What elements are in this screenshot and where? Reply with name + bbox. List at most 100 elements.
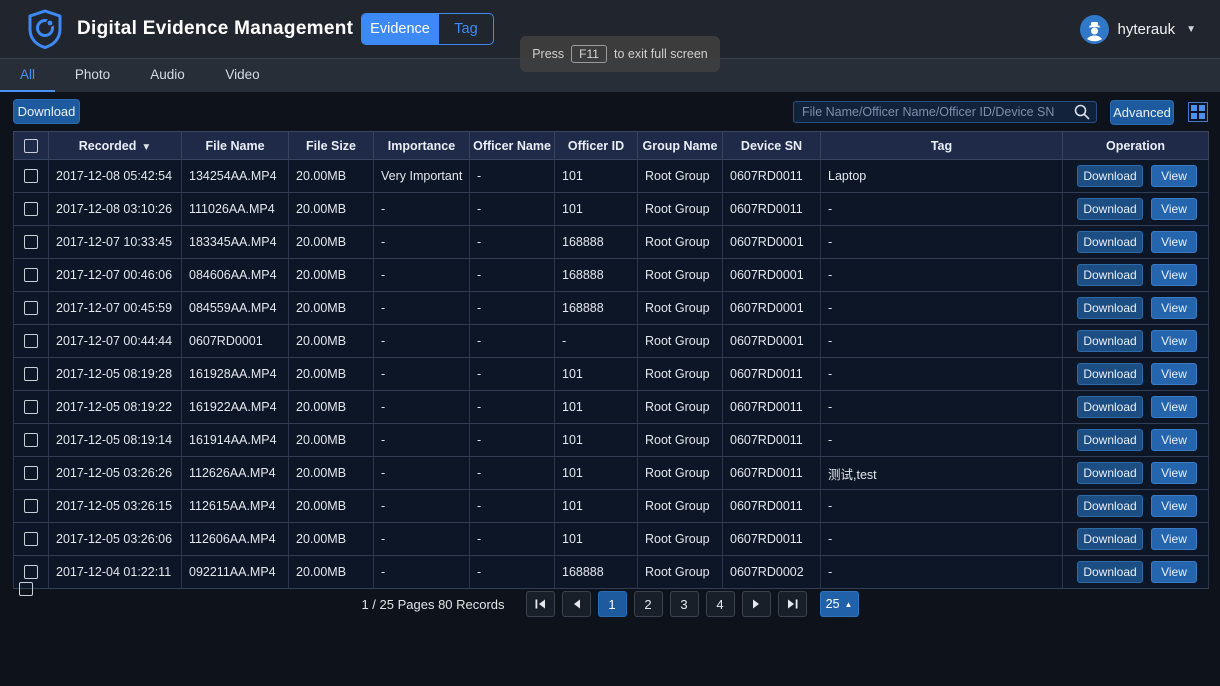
row-checkbox[interactable] bbox=[24, 235, 38, 249]
cell-importance: - bbox=[374, 391, 470, 424]
cell-officer-id: 101 bbox=[555, 490, 638, 523]
grid-view-icon[interactable] bbox=[1188, 102, 1208, 122]
row-view-button[interactable]: View bbox=[1151, 330, 1197, 352]
cell-officer-name: - bbox=[470, 358, 555, 391]
subnav-tab-photo[interactable]: Photo bbox=[55, 59, 130, 92]
row-download-button[interactable]: Download bbox=[1077, 462, 1143, 484]
cell-group-name: Root Group bbox=[638, 325, 723, 358]
row-view-button[interactable]: View bbox=[1151, 495, 1197, 517]
row-checkbox[interactable] bbox=[24, 565, 38, 579]
row-checkbox[interactable] bbox=[24, 334, 38, 348]
page-title: Digital Evidence Management bbox=[77, 18, 353, 40]
row-download-button[interactable]: Download bbox=[1077, 231, 1143, 253]
nav-tab-tag[interactable]: Tag bbox=[438, 14, 493, 44]
nav-tab-evidence[interactable]: Evidence bbox=[362, 14, 438, 44]
row-checkbox[interactable] bbox=[24, 202, 38, 216]
table-row: 2017-12-04 01:22:11092211AA.MP420.00MB--… bbox=[14, 556, 1209, 589]
row-download-button[interactable]: Download bbox=[1077, 396, 1143, 418]
row-download-button[interactable]: Download bbox=[1077, 528, 1143, 550]
cell-tag: Laptop bbox=[821, 160, 1063, 193]
cell-officer-id: 101 bbox=[555, 457, 638, 490]
cell-device-sn: 0607RD0001 bbox=[723, 325, 821, 358]
column-header-group-name: Group Name bbox=[638, 132, 723, 160]
pager-next-button[interactable] bbox=[742, 591, 771, 617]
cell-importance: - bbox=[374, 424, 470, 457]
pager-prev-button[interactable] bbox=[562, 591, 591, 617]
select-all-header-cell bbox=[14, 132, 49, 160]
operation-buttons: Download View bbox=[1070, 363, 1204, 385]
row-view-button[interactable]: View bbox=[1151, 561, 1197, 583]
advanced-button[interactable]: Advanced bbox=[1110, 100, 1174, 125]
row-download-button[interactable]: Download bbox=[1077, 198, 1143, 220]
row-download-button[interactable]: Download bbox=[1077, 429, 1143, 451]
row-view-button[interactable]: View bbox=[1151, 528, 1197, 550]
row-download-button[interactable]: Download bbox=[1077, 165, 1143, 187]
cell-officer-name: - bbox=[470, 391, 555, 424]
table-row: 2017-12-05 03:26:06112606AA.MP420.00MB--… bbox=[14, 523, 1209, 556]
cell-file-size: 20.00MB bbox=[289, 226, 374, 259]
row-checkbox[interactable] bbox=[24, 499, 38, 513]
row-view-button[interactable]: View bbox=[1151, 231, 1197, 253]
pager-next-icon bbox=[752, 599, 761, 609]
row-view-button[interactable]: View bbox=[1151, 297, 1197, 319]
cell-group-name: Root Group bbox=[638, 160, 723, 193]
subnav-tab-audio[interactable]: Audio bbox=[130, 59, 205, 92]
row-checkbox[interactable] bbox=[24, 532, 38, 546]
row-view-button[interactable]: View bbox=[1151, 264, 1197, 286]
chevron-down-icon: ▼ bbox=[1186, 24, 1196, 35]
row-select-cell bbox=[14, 391, 49, 424]
cell-group-name: Root Group bbox=[638, 259, 723, 292]
pager-page-3[interactable]: 3 bbox=[670, 591, 699, 617]
cell-group-name: Root Group bbox=[638, 193, 723, 226]
row-checkbox[interactable] bbox=[24, 301, 38, 315]
page-size-select[interactable]: 25▲ bbox=[820, 591, 859, 617]
row-download-button[interactable]: Download bbox=[1077, 561, 1143, 583]
cell-officer-id: 101 bbox=[555, 358, 638, 391]
pager-page-4[interactable]: 4 bbox=[706, 591, 735, 617]
row-checkbox[interactable] bbox=[24, 466, 38, 480]
cell-file-name: 0607RD0001 bbox=[182, 325, 289, 358]
row-checkbox[interactable] bbox=[24, 367, 38, 381]
cell-importance: - bbox=[374, 358, 470, 391]
table-body: 2017-12-08 05:42:54134254AA.MP420.00MBVe… bbox=[14, 160, 1209, 589]
row-checkbox[interactable] bbox=[24, 268, 38, 282]
row-download-button[interactable]: Download bbox=[1077, 363, 1143, 385]
subnav-tab-all[interactable]: All bbox=[0, 59, 55, 92]
cell-tag: - bbox=[821, 424, 1063, 457]
pager-first-button[interactable] bbox=[526, 591, 555, 617]
row-view-button[interactable]: View bbox=[1151, 165, 1197, 187]
pager-last-button[interactable] bbox=[778, 591, 807, 617]
cell-file-size: 20.00MB bbox=[289, 358, 374, 391]
chevron-up-icon: ▲ bbox=[845, 600, 853, 609]
row-download-button[interactable]: Download bbox=[1077, 297, 1143, 319]
cell-tag: - bbox=[821, 325, 1063, 358]
cell-tag: - bbox=[821, 490, 1063, 523]
user-name: hyterauk bbox=[1118, 21, 1176, 38]
row-checkbox[interactable] bbox=[24, 169, 38, 183]
pager-page-2[interactable]: 2 bbox=[634, 591, 663, 617]
subnav-tab-video[interactable]: Video bbox=[205, 59, 280, 92]
cell-file-name: 092211AA.MP4 bbox=[182, 556, 289, 589]
row-view-button[interactable]: View bbox=[1151, 429, 1197, 451]
row-download-button[interactable]: Download bbox=[1077, 330, 1143, 352]
row-checkbox[interactable] bbox=[24, 433, 38, 447]
pager-page-1[interactable]: 1 bbox=[598, 591, 627, 617]
row-download-button[interactable]: Download bbox=[1077, 264, 1143, 286]
cell-officer-id: - bbox=[555, 325, 638, 358]
row-view-button[interactable]: View bbox=[1151, 198, 1197, 220]
select-all-checkbox[interactable] bbox=[24, 139, 38, 153]
row-checkbox[interactable] bbox=[24, 400, 38, 414]
grid-square bbox=[1199, 105, 1205, 111]
row-view-button[interactable]: View bbox=[1151, 363, 1197, 385]
user-menu[interactable]: hyterauk ▼ bbox=[1080, 0, 1196, 58]
search-input[interactable] bbox=[794, 105, 1073, 119]
cell-file-name: 161922AA.MP4 bbox=[182, 391, 289, 424]
column-header-recorded[interactable]: Recorded▼ bbox=[49, 132, 182, 160]
cell-operation: Download View bbox=[1063, 292, 1209, 325]
row-view-button[interactable]: View bbox=[1151, 462, 1197, 484]
cell-officer-name: - bbox=[470, 523, 555, 556]
row-view-button[interactable]: View bbox=[1151, 396, 1197, 418]
row-download-button[interactable]: Download bbox=[1077, 495, 1143, 517]
search-icon[interactable] bbox=[1073, 103, 1091, 121]
download-button[interactable]: Download bbox=[13, 99, 80, 124]
